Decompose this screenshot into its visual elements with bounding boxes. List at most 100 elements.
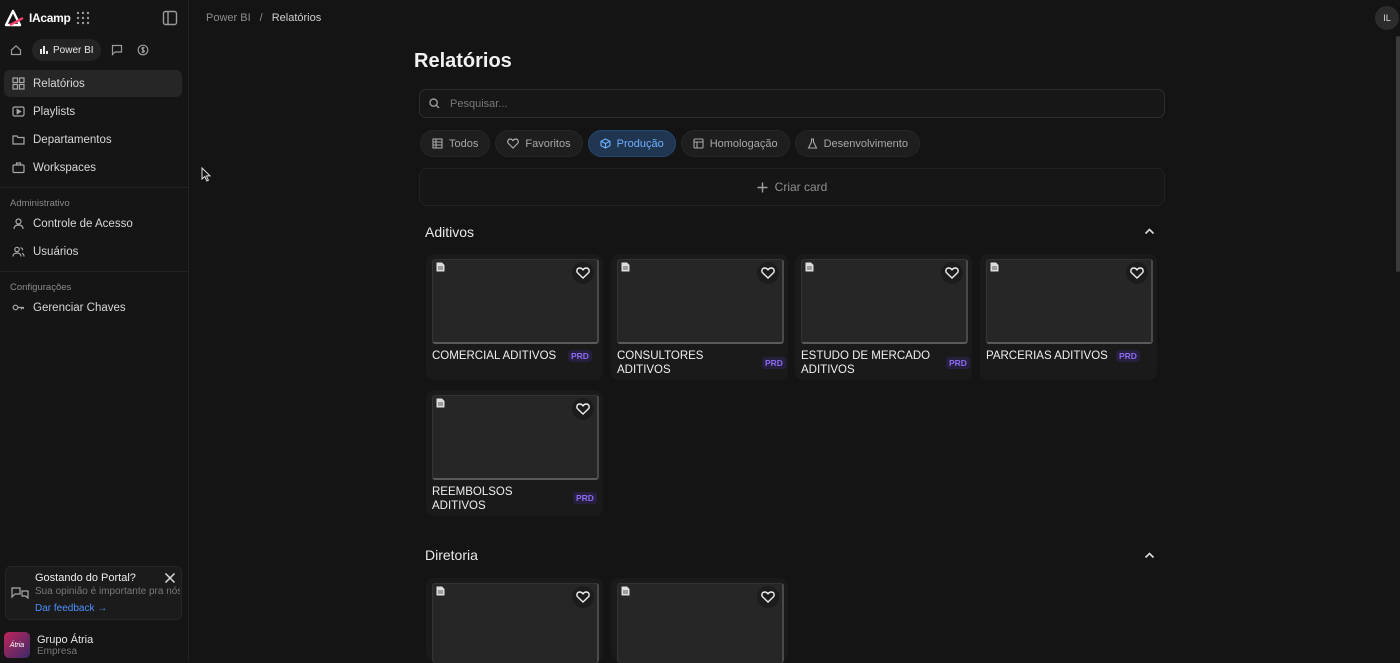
scrollbar-thumb[interactable] [1396,36,1400,272]
sidebar-item-workspaces[interactable]: Workspaces [4,154,182,181]
document-icon [436,398,445,408]
sidebar-item-label: Usuários [33,245,79,258]
favorite-button[interactable] [1126,262,1148,284]
plus-icon [757,182,768,192]
filter-label: Favoritos [525,137,571,150]
breadcrumb-current: Relatórios [271,12,322,24]
document-icon [805,262,814,272]
sidebar-item-usuarios[interactable]: Usuários [4,238,182,265]
filter-producao[interactable]: Produção [587,130,676,157]
module-powerbi[interactable]: Power BI [32,39,101,61]
document-icon [436,586,445,596]
search-bar [419,89,1165,118]
apps-grid-icon[interactable] [76,11,90,25]
filter-label: Desenvolvimento [823,137,908,150]
module-switcher: Power BI [6,39,153,61]
search-input[interactable] [448,96,1128,111]
layout-icon [693,138,704,149]
heart-icon [507,138,520,149]
feedback-title: Gostando do Portal? [35,572,136,584]
user-avatar[interactable]: IL [1375,6,1399,30]
table-icon [432,138,443,149]
heart-icon [1130,267,1144,279]
breadcrumb-root[interactable]: Power BI [206,12,251,24]
section-title-aditivos: Aditivos [425,224,475,240]
chat-icon[interactable] [107,40,127,60]
section-title-diretoria: Diretoria [425,547,478,563]
report-card[interactable] [611,578,788,663]
favorite-button[interactable] [572,586,594,608]
env-badge: PRD [762,357,786,369]
report-card[interactable]: CONSULTORES ADITIVOS PRD [611,254,788,380]
report-title: PARCERIAS ADITIVOS [986,350,1108,362]
briefcase-icon [12,162,25,174]
divider [0,187,189,188]
env-badge: PRD [573,492,597,504]
sidebar-item-label: Gerenciar Chaves [33,301,126,314]
playlist-icon [12,106,25,117]
dollar-icon[interactable] [133,40,153,60]
document-icon [621,586,630,596]
document-icon [990,262,999,272]
heart-icon [761,267,775,279]
sidebar: IAcamp Power BI Relatórios Playlists Dep… [0,0,189,661]
close-icon[interactable] [164,572,176,584]
filter-tabs: Todos Favoritos Produção Homologação Des… [420,130,920,157]
feedback-link[interactable]: Dar feedback → [35,603,107,614]
create-card-label: Criar card [774,180,828,194]
sidebar-item-label: Workspaces [33,161,97,174]
favorite-button[interactable] [572,398,594,420]
report-card[interactable]: PARCERIAS ADITIVOS PRD [980,254,1157,380]
sidebar-item-departamentos[interactable]: Departamentos [4,126,182,153]
grid-icon [12,77,25,90]
report-title: CONSULTORES ADITIVOS [617,350,704,376]
flask-icon [807,138,817,149]
report-card[interactable]: COMERCIAL ADITIVOS PRD [426,254,603,380]
heart-icon [576,267,590,279]
sidebar-item-playlists[interactable]: Playlists [4,98,182,125]
heart-icon [761,591,775,603]
chevron-up-icon[interactable] [1144,550,1155,561]
report-title: COMERCIAL ADITIVOS [432,350,557,362]
sidebar-item-gerenciar-chaves[interactable]: Gerenciar Chaves [4,294,182,321]
account-switcher[interactable]: Átria Grupo Átria Empresa [4,632,93,658]
report-title: REEMBOLSOS ADITIVOS [432,486,513,512]
sidebar-item-label: Departamentos [33,133,112,146]
favorite-button[interactable] [757,262,779,284]
filter-favoritos[interactable]: Favoritos [495,130,583,157]
sidebar-item-label: Relatórios [33,77,85,90]
cube-icon [600,138,611,149]
report-title: ESTUDO DE MERCADO ADITIVOS [801,350,931,376]
home-icon[interactable] [6,40,26,60]
feedback-icon [11,587,29,600]
chevron-up-icon[interactable] [1144,226,1155,237]
sidebar-item-relatorios[interactable]: Relatórios [4,70,182,97]
mouse-cursor-icon [201,167,211,182]
report-card[interactable]: REEMBOLSOS ADITIVOS PRD [426,390,603,516]
filter-label: Todos [449,137,479,150]
logo-icon [4,9,24,27]
shield-icon [13,218,24,230]
breadcrumb: Power BI / Relatórios [206,12,321,24]
search-icon [429,98,440,109]
env-badge: PRD [1116,350,1140,362]
create-card-button[interactable]: Criar card [419,168,1165,206]
filter-todos[interactable]: Todos [420,130,491,157]
favorite-button[interactable] [941,262,963,284]
filter-homologacao[interactable]: Homologação [680,130,790,157]
filter-label: Homologação [709,137,778,150]
heart-icon [576,403,590,415]
filter-desenvolvimento[interactable]: Desenvolvimento [794,130,920,157]
app-logo[interactable]: IAcamp [4,8,71,28]
company-avatar: Átria [4,632,30,658]
feedback-subtitle: Sua opinião é importante pra nós [35,586,180,597]
bar-chart-icon [40,46,48,54]
sidebar-item-controle-acesso[interactable]: Controle de Acesso [4,210,182,237]
sidebar-item-label: Playlists [33,105,76,118]
report-card[interactable] [426,578,603,663]
favorite-button[interactable] [757,586,779,608]
report-card[interactable]: ESTUDO DE MERCADO ADITIVOS PRD [795,254,972,380]
sidebar-collapse-icon[interactable] [162,10,178,26]
account-role: Empresa [37,645,78,657]
favorite-button[interactable] [572,262,594,284]
